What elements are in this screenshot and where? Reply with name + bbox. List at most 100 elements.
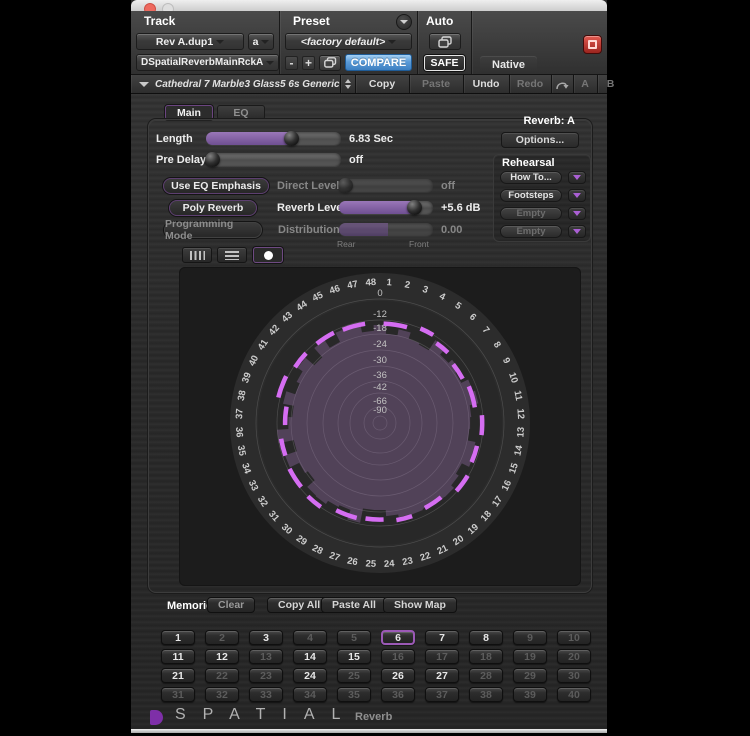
use-eq-emphasis-button[interactable]: Use EQ Emphasis: [163, 178, 269, 194]
memory-slot-25[interactable]: 25: [337, 668, 371, 683]
memory-slot-40[interactable]: 40: [557, 687, 591, 702]
minimize-icon[interactable]: [162, 3, 174, 11]
memory-slot-1[interactable]: 1: [161, 630, 195, 645]
memory-slot-35[interactable]: 35: [337, 687, 371, 702]
memory-slot-33[interactable]: 33: [249, 687, 283, 702]
memory-slot-13[interactable]: 13: [249, 649, 283, 664]
memory-slot-4[interactable]: 4: [293, 630, 327, 645]
track-selector-value: Rev A.dup1: [156, 36, 213, 48]
memory-slot-2[interactable]: 2: [205, 630, 239, 645]
rehearsal-triangle-down-icon[interactable]: [568, 171, 586, 184]
preset-stepper[interactable]: [341, 75, 356, 93]
revert-button[interactable]: [552, 75, 574, 93]
memory-slot-29[interactable]: 29: [513, 668, 547, 683]
memory-slot-7[interactable]: 7: [425, 630, 459, 645]
slider-knob[interactable]: [407, 200, 422, 215]
memory-slot-37[interactable]: 37: [425, 687, 459, 702]
memory-slot-24[interactable]: 24: [293, 668, 327, 683]
memory-slot-28[interactable]: 28: [469, 668, 503, 683]
memory-slot-14[interactable]: 14: [293, 649, 327, 664]
memory-slot-38[interactable]: 38: [469, 687, 503, 702]
header-right-section: Native: [471, 11, 607, 74]
poly-reverb-button[interactable]: Poly Reverb: [169, 200, 257, 216]
memory-slot-27[interactable]: 27: [425, 668, 459, 683]
view-mode-bars-button[interactable]: [182, 247, 212, 263]
preset-previous-button[interactable]: -: [285, 56, 298, 70]
tab-main[interactable]: Main: [165, 105, 213, 120]
memory-slot-31[interactable]: 31: [161, 687, 195, 702]
distribution-slider[interactable]: [339, 223, 433, 236]
pre-delay-slider[interactable]: [206, 153, 341, 166]
memories-show-map-button[interactable]: Show Map: [383, 597, 457, 613]
memory-slot-8[interactable]: 8: [469, 630, 503, 645]
memory-slot-26[interactable]: 26: [381, 668, 415, 683]
copy-settings-icon[interactable]: [319, 55, 341, 71]
preset-selector[interactable]: <factory default>: [285, 33, 412, 50]
memory-slot-18[interactable]: 18: [469, 649, 503, 664]
memory-slot-20[interactable]: 20: [557, 649, 591, 664]
polar-display-canvas[interactable]: 0-12-18-24-30-36-42-66-90123456789101112…: [179, 267, 581, 586]
compare-button[interactable]: COMPARE: [345, 54, 412, 71]
polar-display-panel[interactable]: 0-12-18-24-30-36-42-66-90123456789101112…: [179, 267, 581, 586]
setting-a-button[interactable]: A: [574, 75, 598, 93]
programming-mode-button[interactable]: Programming Mode: [164, 222, 262, 238]
memory-slot-39[interactable]: 39: [513, 687, 547, 702]
preset-next-button[interactable]: +: [302, 56, 315, 70]
automation-button[interactable]: [429, 33, 461, 50]
memory-slot-12[interactable]: 12: [205, 649, 239, 664]
rehearsal-triangle-down-icon[interactable]: [568, 207, 586, 220]
direct-level-slider[interactable]: [339, 179, 433, 192]
memory-slot-21[interactable]: 21: [161, 668, 195, 683]
paste-button[interactable]: Paste: [410, 75, 464, 93]
rehearsal-button-3[interactable]: Empty: [500, 207, 562, 220]
memories-clear-button[interactable]: Clear: [207, 597, 255, 613]
window-titlebar[interactable]: [131, 0, 607, 11]
chevron-down-icon: [266, 61, 274, 65]
view-mode-lines-button[interactable]: [217, 247, 247, 263]
rehearsal-button-2[interactable]: Footsteps: [500, 189, 562, 202]
memory-slot-36[interactable]: 36: [381, 687, 415, 702]
reverb-level-slider[interactable]: [339, 201, 433, 214]
track-selector[interactable]: Rev A.dup1: [136, 33, 244, 50]
memory-slot-10[interactable]: 10: [557, 630, 591, 645]
memory-slot-11[interactable]: 11: [161, 649, 195, 664]
memories-paste-all-button[interactable]: Paste All: [321, 597, 387, 613]
copy-button[interactable]: Copy: [356, 75, 410, 93]
memory-slot-5[interactable]: 5: [337, 630, 371, 645]
insert-selector[interactable]: DSpatialReverbMainRckA: [136, 54, 279, 71]
memory-slot-32[interactable]: 32: [205, 687, 239, 702]
redo-button[interactable]: Redo: [510, 75, 552, 93]
memory-slot-22[interactable]: 22: [205, 668, 239, 683]
rehearsal-button-1[interactable]: How To...: [500, 171, 562, 184]
rehearsal-triangle-down-icon[interactable]: [568, 189, 586, 202]
memory-slot-16[interactable]: 16: [381, 649, 415, 664]
setting-b-button[interactable]: B: [598, 75, 624, 93]
preset-menu-icon[interactable]: [396, 14, 412, 30]
reverb-level-label: Reverb Level: [277, 202, 345, 214]
memory-slot-6[interactable]: 6: [381, 630, 415, 645]
memory-slot-23[interactable]: 23: [249, 668, 283, 683]
rehearsal-triangle-down-icon[interactable]: [568, 225, 586, 238]
target-button[interactable]: [583, 35, 602, 54]
auto-safe-button[interactable]: SAFE: [424, 55, 464, 71]
slider-knob[interactable]: [205, 152, 220, 167]
slider-knob[interactable]: [338, 178, 353, 193]
channel-number: 13: [515, 427, 527, 438]
memory-slot-15[interactable]: 15: [337, 649, 371, 664]
memory-slot-17[interactable]: 17: [425, 649, 459, 664]
playlist-selector[interactable]: a: [248, 33, 274, 50]
rehearsal-button-4[interactable]: Empty: [500, 225, 562, 238]
memory-slot-9[interactable]: 9: [513, 630, 547, 645]
options-button[interactable]: Options...: [501, 132, 579, 148]
tab-eq[interactable]: EQ: [217, 105, 265, 120]
slider-knob[interactable]: [284, 131, 299, 146]
memory-slot-30[interactable]: 30: [557, 668, 591, 683]
close-icon[interactable]: [144, 3, 156, 11]
memory-slot-19[interactable]: 19: [513, 649, 547, 664]
length-slider[interactable]: [206, 132, 341, 145]
undo-button[interactable]: Undo: [464, 75, 510, 93]
memory-slot-34[interactable]: 34: [293, 687, 327, 702]
view-mode-dot-button[interactable]: [253, 247, 283, 263]
memory-slot-3[interactable]: 3: [249, 630, 283, 645]
plugin-preset-selector[interactable]: Cathedral 7 Marble3 Glass5 6s Generic: [131, 75, 341, 93]
